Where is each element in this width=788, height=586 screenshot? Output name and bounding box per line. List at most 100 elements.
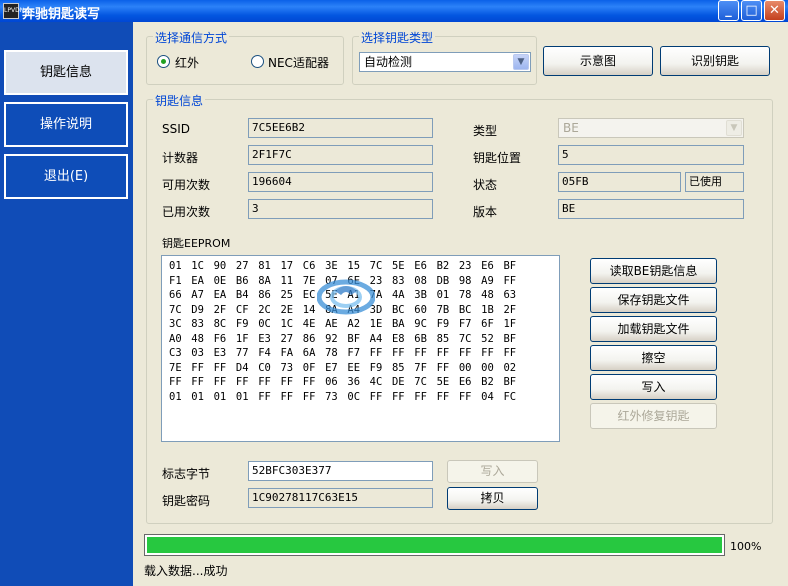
hex-byte: FF xyxy=(191,376,204,388)
state-field[interactable]: 05FB xyxy=(558,172,681,192)
hex-byte: F9 xyxy=(235,318,249,330)
counter-field[interactable]: 2F1F7C xyxy=(248,145,433,165)
sidebar-item-exit[interactable]: 退出(E) xyxy=(4,154,128,199)
hex-byte: 0C xyxy=(347,390,361,403)
sidebar-item-instructions[interactable]: 操作说明 xyxy=(4,102,128,147)
close-button[interactable]: ✕ xyxy=(764,0,785,21)
hex-byte: FF xyxy=(391,347,405,359)
radio-infrared-label: 红外 xyxy=(175,56,200,70)
hex-byte: 77 xyxy=(235,347,249,359)
hex-byte: 7C xyxy=(458,332,472,345)
hex-byte: E3 xyxy=(213,347,227,359)
erase-button[interactable]: 擦空 xyxy=(590,345,717,371)
key-position-label: 钥匙位置 xyxy=(473,151,522,165)
hex-byte: 90 xyxy=(213,260,227,272)
progress-bar xyxy=(144,534,725,556)
eeprom-label: 钥匙EEPROM xyxy=(162,237,231,250)
hex-byte: D4 xyxy=(235,361,249,374)
hex-byte: 1C xyxy=(280,318,294,330)
flag-byte-input[interactable]: 52BFC303E377 xyxy=(248,461,433,481)
identify-key-button[interactable]: 识别钥匙 xyxy=(660,46,770,76)
hex-byte: 7F xyxy=(414,361,427,374)
hex-byte: E8 xyxy=(391,332,405,345)
sidebar-item-key-info[interactable]: 钥匙信息 xyxy=(4,50,128,95)
copy-password-button[interactable]: 拷贝 xyxy=(447,487,538,510)
hex-byte: 06 xyxy=(325,376,338,388)
radio-infrared[interactable] xyxy=(157,55,170,68)
hex-byte: 5E xyxy=(391,260,405,272)
hex-byte: 23 xyxy=(458,260,472,272)
comm-group-title: 选择通信方式 xyxy=(153,29,230,46)
hex-byte: 27 xyxy=(235,260,249,272)
hex-byte: FF xyxy=(436,390,450,403)
hex-byte: 1F xyxy=(235,332,249,345)
hex-byte: 8A xyxy=(258,274,271,287)
hex-byte: BF xyxy=(503,260,517,272)
hex-byte: 1F xyxy=(503,318,517,330)
hex-byte: F4 xyxy=(258,347,271,359)
key-password-field[interactable]: 1C90278117C63E15 xyxy=(248,488,433,508)
hex-byte: 8C xyxy=(213,318,227,330)
keytype-select[interactable]: 自动检测 ▼ xyxy=(359,52,531,72)
state-text-field[interactable]: 已使用 xyxy=(685,172,744,192)
hex-byte: 73 xyxy=(280,361,294,374)
ssid-field[interactable]: 7C5EE6B2 xyxy=(248,118,433,138)
hex-row: 7E FF FF D4 C0 73 0F E7 EE F9 85 7F FF 00 00 02 xyxy=(169,361,559,376)
keytype-select-value: 自动检测 xyxy=(364,55,413,69)
version-field[interactable]: BE xyxy=(558,199,744,219)
version-label: 版本 xyxy=(473,205,498,219)
hex-byte: 7C xyxy=(369,260,383,272)
hex-byte: D9 xyxy=(191,303,204,316)
hex-byte: FF xyxy=(503,347,517,359)
ir-repair-key-button: 红外修复钥匙 xyxy=(590,403,717,429)
hex-byte: 85 xyxy=(436,332,450,345)
hex-byte: FA xyxy=(280,347,294,359)
hex-byte: FF xyxy=(436,347,450,359)
diagram-button[interactable]: 示意图 xyxy=(543,46,653,76)
key-password-label: 钥匙密码 xyxy=(162,494,211,508)
hex-byte: 81 xyxy=(258,260,271,272)
hex-byte: EE xyxy=(347,361,361,374)
hex-byte: 85 xyxy=(391,361,405,374)
type-select: BE ▼ xyxy=(558,118,744,138)
key-position-field[interactable]: 5 xyxy=(558,145,744,165)
save-key-file-button[interactable]: 保存钥匙文件 xyxy=(590,287,717,313)
hex-byte: 01 xyxy=(235,390,249,403)
read-be-key-button[interactable]: 读取BE钥匙信息 xyxy=(590,258,717,284)
hex-byte: AE xyxy=(325,318,338,330)
hex-byte: A4 xyxy=(369,332,383,345)
hex-byte: 83 xyxy=(191,318,204,330)
hex-byte: FF xyxy=(414,390,427,403)
keyinfo-group: 钥匙信息 SSID 7C5EE6B2 计数器 2F1F7C 可用次数 19660… xyxy=(146,92,773,524)
hex-byte: E6 xyxy=(458,376,472,388)
hex-byte: FF xyxy=(169,376,182,388)
hex-byte: 17 xyxy=(280,260,294,272)
hex-byte: A7 xyxy=(191,289,204,301)
chevron-down-icon[interactable]: ▼ xyxy=(513,54,529,70)
hex-byte: A9 xyxy=(481,274,494,287)
available-count-field[interactable]: 196604 xyxy=(248,172,433,192)
type-label: 类型 xyxy=(473,124,498,138)
minimize-button[interactable]: _ xyxy=(718,0,739,21)
keytype-group-title: 选择钥匙类型 xyxy=(359,29,436,46)
hex-byte: FF xyxy=(280,390,294,403)
hex-byte: 1C xyxy=(191,260,204,272)
hex-byte: FF xyxy=(458,390,472,403)
radio-nec-adapter-label: NEC适配器 xyxy=(268,56,329,70)
load-key-file-button[interactable]: 加载钥匙文件 xyxy=(590,316,717,342)
hex-byte: 7C xyxy=(169,303,182,316)
hex-byte: 01 xyxy=(436,289,450,301)
used-count-field[interactable]: 3 xyxy=(248,199,433,219)
hex-byte: 11 xyxy=(280,274,294,287)
hex-byte: 01 xyxy=(169,260,182,272)
hex-byte: BA xyxy=(391,318,405,330)
radio-nec-adapter[interactable] xyxy=(251,55,264,68)
hex-byte: DE xyxy=(391,376,405,388)
write-button[interactable]: 写入 xyxy=(590,374,717,400)
maximize-button[interactable]: □ xyxy=(741,0,762,21)
hex-byte: 7B xyxy=(436,303,450,316)
hex-byte: 98 xyxy=(458,274,472,287)
eeprom-hex-view[interactable]: 01 1C 90 27 81 17 C6 3E 15 7C 5E E6 B2 23 E6 BF F1 EA 0E B6… xyxy=(161,255,560,442)
window-title: 奔驰钥匙读写 xyxy=(22,7,101,22)
progress-bar-fill xyxy=(147,537,722,553)
